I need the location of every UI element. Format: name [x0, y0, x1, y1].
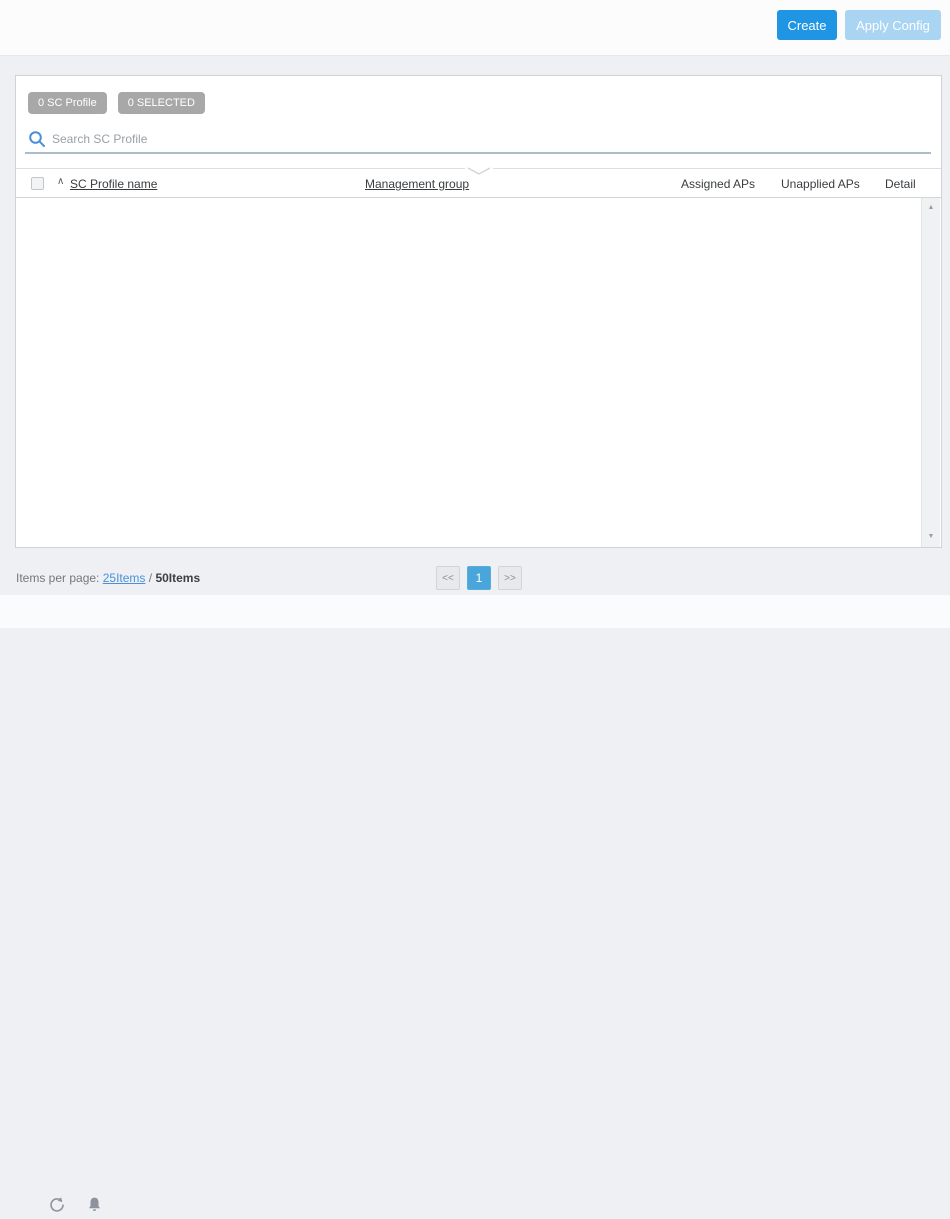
items-per-page: Items per page: 25Items / 50Items: [16, 571, 200, 585]
table-body-empty: [16, 198, 921, 547]
table-scrollbar[interactable]: ▲ ▼: [921, 198, 940, 547]
items-per-page-label: Items per page:: [16, 571, 99, 585]
page-size-50-label: 50Items: [155, 571, 200, 585]
scroll-up-icon[interactable]: ▲: [922, 200, 940, 216]
scroll-down-icon[interactable]: ▼: [922, 529, 940, 545]
pagination-first-button[interactable]: <<: [436, 566, 460, 590]
top-toolbar: Create Apply Config: [0, 0, 950, 56]
count-badges: 0 SC Profile 0 SELECTED: [28, 92, 205, 114]
profile-count-badge: 0 SC Profile: [28, 92, 107, 114]
search-icon: [28, 130, 46, 148]
pagination: << 1 >>: [436, 566, 522, 590]
notification-bell-icon[interactable]: [86, 1196, 104, 1214]
search-input[interactable]: [52, 129, 482, 149]
search-underline: [25, 152, 931, 154]
filter-divider: [16, 168, 941, 169]
selected-count-badge: 0 SELECTED: [118, 92, 205, 114]
column-detail: Detail: [885, 177, 916, 191]
page-size-25-link[interactable]: 25Items: [103, 571, 146, 585]
bottom-statusbar: [0, 595, 950, 628]
sort-asc-icon: ∧: [57, 176, 64, 187]
select-all-checkbox[interactable]: [31, 177, 44, 190]
create-button[interactable]: Create: [777, 10, 837, 40]
sc-profile-panel: 0 SC Profile 0 SELECTED ∧ SC Profile nam…: [15, 75, 942, 548]
pagination-current-page[interactable]: 1: [467, 566, 491, 590]
apply-config-button[interactable]: Apply Config: [845, 10, 941, 40]
column-sc-profile-name[interactable]: SC Profile name: [70, 177, 157, 191]
column-unapplied-aps: Unapplied APs: [781, 177, 860, 191]
column-assigned-aps: Assigned APs: [681, 177, 755, 191]
pagination-last-button[interactable]: >>: [498, 566, 522, 590]
column-management-group[interactable]: Management group: [365, 177, 469, 191]
table-header: ∧ SC Profile name Management group Assig…: [16, 172, 941, 198]
refresh-icon[interactable]: [48, 1196, 66, 1214]
